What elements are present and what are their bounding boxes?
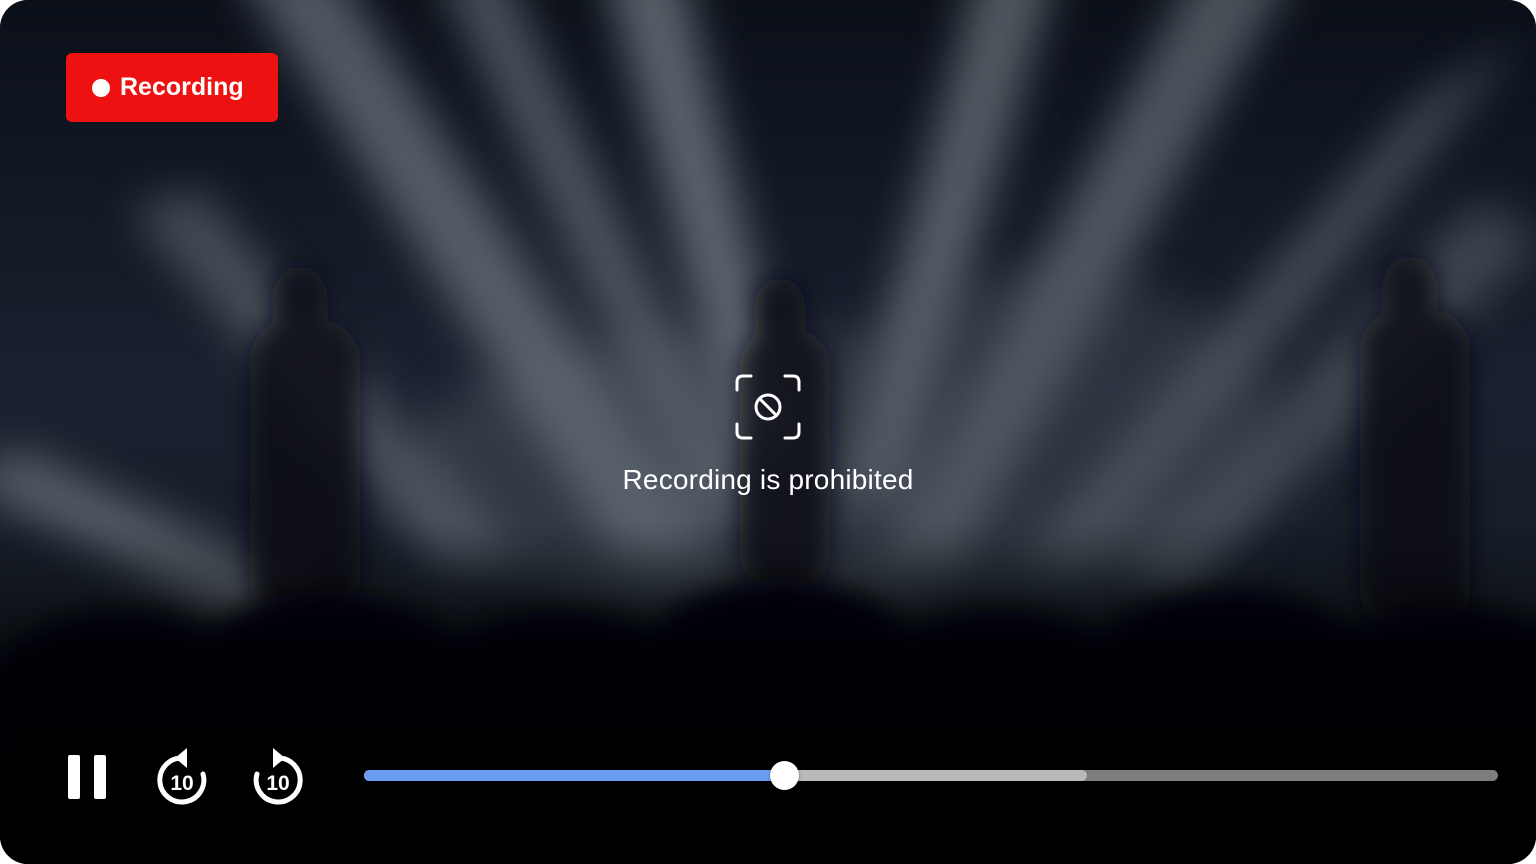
prohibited-message: Recording is prohibited	[622, 464, 914, 495]
seek-bar[interactable]	[364, 761, 1498, 790]
rewind-10-button[interactable]: 10	[150, 740, 214, 812]
rewind-seconds-label: 10	[170, 772, 193, 795]
rewind-10-icon: 10	[157, 748, 207, 805]
recording-badge-label: Recording	[120, 73, 244, 101]
recording-prohibited-notice: Recording is prohibited	[0, 374, 1536, 496]
forward-10-icon: 10	[253, 748, 303, 805]
seek-played	[364, 770, 784, 781]
record-dot-icon	[92, 78, 110, 97]
forward-10-button[interactable]: 10	[246, 740, 310, 812]
forward-seconds-label: 10	[266, 772, 289, 795]
video-player: Recording Recording is prohibited 10 10	[0, 0, 1536, 864]
pause-icon	[56, 740, 120, 812]
recording-badge: Recording	[66, 53, 278, 122]
no-screenshot-icon	[735, 374, 801, 440]
pause-button[interactable]	[56, 740, 120, 812]
seek-thumb[interactable]	[769, 761, 799, 790]
